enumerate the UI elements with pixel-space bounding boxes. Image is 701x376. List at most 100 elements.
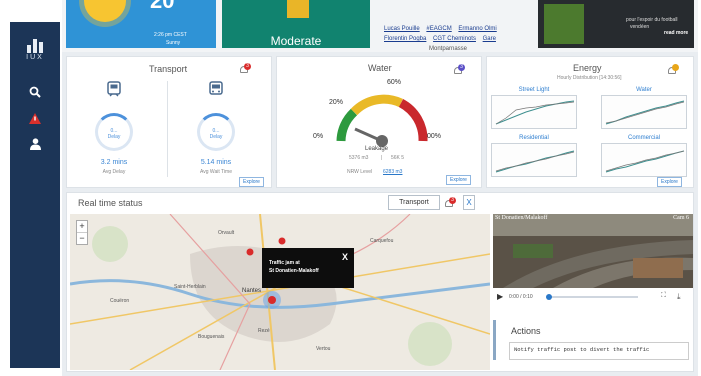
transport-panel: Transport 3 0... Delay 0... Delay 3.2 mi… bbox=[66, 56, 272, 188]
energy-bell-icon[interactable] bbox=[667, 64, 679, 75]
sidebar: IUX bbox=[10, 22, 60, 368]
map-label: Nantes bbox=[242, 288, 262, 294]
seek-handle[interactable] bbox=[546, 294, 552, 300]
map-label: Vertou bbox=[316, 346, 331, 352]
sun-icon bbox=[84, 0, 126, 22]
map-label: Rezé bbox=[258, 328, 270, 334]
actions-title: Actions bbox=[511, 326, 541, 336]
water-bell-icon[interactable]: 3 bbox=[453, 64, 465, 75]
transport-filter-button[interactable]: Transport bbox=[388, 195, 440, 210]
news-headline-line2: vendéen bbox=[630, 24, 650, 30]
transport-notification-count: 3 bbox=[244, 63, 251, 70]
leakage-label: Leakage bbox=[365, 146, 389, 152]
logo-bars-icon bbox=[20, 38, 50, 53]
residential-chart[interactable] bbox=[491, 143, 577, 177]
water-notification-count: 3 bbox=[458, 64, 465, 71]
air-quality-index-badge bbox=[287, 0, 309, 18]
zoom-in-button[interactable]: + bbox=[77, 221, 87, 232]
camera-frame bbox=[493, 214, 693, 288]
trend-location: Montparnasse bbox=[429, 46, 468, 52]
trend-link[interactable]: Ermanno Olmi bbox=[458, 26, 496, 32]
transport-title: Transport bbox=[149, 64, 188, 74]
energy-subtitle: Hourly Distribution [14:30:56] bbox=[557, 75, 622, 81]
alert-icon[interactable] bbox=[25, 110, 45, 126]
bus-icon bbox=[208, 81, 224, 102]
news-read-more-link[interactable]: read more bbox=[664, 30, 688, 36]
water-title: Water bbox=[368, 63, 392, 73]
play-icon[interactable]: ▶ bbox=[497, 292, 503, 301]
zoom-out-button[interactable]: − bbox=[77, 232, 87, 244]
leakage-percent: 56K 5 bbox=[391, 155, 405, 161]
leakage-separator: | bbox=[381, 155, 383, 161]
trend-link[interactable]: CGT Cheminots bbox=[433, 36, 476, 42]
weather-time: 2:26 pm CEST bbox=[154, 32, 187, 38]
gauge-label-100: 00% bbox=[427, 133, 442, 140]
realtime-notification-count: 3 bbox=[449, 197, 456, 204]
incident-popup: Traffic jam at St Donatien-Malakoff X bbox=[262, 248, 354, 288]
search-icon[interactable] bbox=[25, 84, 45, 100]
top-strip: 20 2:26 pm CEST Sunny Moderate Lucas Pou… bbox=[62, 0, 698, 52]
leakage-value: 5376 m3 bbox=[349, 155, 369, 161]
trend-link[interactable]: #EAGCM bbox=[426, 26, 451, 32]
news-thumbnail bbox=[544, 4, 584, 44]
energy-title: Energy bbox=[573, 63, 602, 73]
logo-text: IUX bbox=[26, 54, 44, 61]
avg-wait-gauge-label: Delay bbox=[209, 134, 223, 140]
actions-panel: Actions Notify traffic post to divert th… bbox=[493, 306, 693, 370]
energy-chart-title: Commercial bbox=[627, 135, 660, 141]
water-panel: Water 3 0% 20% 60% 00% Leakage 5376 m3 |… bbox=[276, 56, 482, 188]
energy-explore-button[interactable]: Explore bbox=[657, 177, 682, 187]
fullscreen-icon[interactable]: ⛶ bbox=[661, 292, 666, 300]
water-explore-button[interactable]: Explore bbox=[446, 175, 471, 185]
action-text-field[interactable]: Notify traffic post to divert the traffi… bbox=[509, 342, 689, 360]
energy-panel: Energy Hourly Distribution [14:30:56] St… bbox=[486, 56, 694, 188]
trend-link[interactable]: Florentin Pogba bbox=[384, 36, 426, 42]
air-quality-card[interactable]: Moderate bbox=[222, 0, 370, 48]
download-icon[interactable]: ⤓ bbox=[677, 292, 681, 302]
avg-wait-gauge: 0... Delay bbox=[197, 113, 235, 151]
realtime-title: Real time status bbox=[78, 198, 143, 208]
avg-delay-value: 3.2 mins bbox=[100, 159, 128, 166]
trend-link[interactable]: Lucas Pouille bbox=[384, 26, 420, 32]
nrw-label: NRW Level bbox=[347, 169, 373, 175]
avg-wait-label: Avg Wait Time bbox=[200, 169, 232, 175]
trending-links: Lucas Pouille #EAGCM Ermanno Olmi Floren… bbox=[384, 24, 534, 54]
map-background bbox=[70, 214, 490, 370]
gauge-label-20: 20% bbox=[329, 99, 344, 106]
traffic-camera-video[interactable]: St Donatien/Malakoff Cam 6 bbox=[493, 214, 693, 288]
news-card[interactable]: pour l'espoir du football vendéen read m… bbox=[538, 0, 694, 48]
gauge-label-0: 0% bbox=[313, 133, 324, 140]
camera-location-caption: St Donatien/Malakoff bbox=[495, 215, 548, 221]
gauge-label-60: 60% bbox=[387, 79, 402, 86]
transport-explore-button[interactable]: Explore bbox=[239, 177, 264, 187]
weather-condition: Sunny bbox=[166, 40, 181, 46]
dashboard-main: 20 2:26 pm CEST Sunny Moderate Lucas Pou… bbox=[62, 0, 698, 376]
avg-delay-gauge-label: Delay bbox=[107, 134, 121, 140]
realtime-bell-icon[interactable]: 3 bbox=[444, 197, 456, 208]
street-light-chart[interactable] bbox=[491, 95, 577, 129]
energy-chart-title: Water bbox=[636, 87, 652, 93]
energy-notification-dot bbox=[672, 64, 679, 71]
news-headline-line1: pour l'espoir du football bbox=[626, 17, 678, 23]
trend-link[interactable]: Gare bbox=[483, 36, 496, 42]
map-label: Bouguenais bbox=[198, 334, 225, 340]
tram-icon bbox=[106, 81, 122, 102]
actions-scrollbar[interactable] bbox=[493, 320, 496, 360]
camera-id-caption: Cam 6 bbox=[673, 215, 689, 221]
clear-filter-button[interactable]: X bbox=[463, 195, 475, 210]
weather-card[interactable]: 20 2:26 pm CEST Sunny bbox=[66, 0, 216, 48]
leakage-gauge bbox=[336, 94, 428, 147]
popup-line2: St Donatien-Malakoff bbox=[269, 268, 319, 274]
water-energy-chart[interactable] bbox=[601, 95, 687, 129]
video-seek-bar[interactable] bbox=[546, 294, 638, 300]
commercial-chart[interactable] bbox=[601, 143, 687, 177]
transport-bell-icon[interactable]: 3 bbox=[239, 63, 251, 74]
city-map[interactable]: + − Orvault Carquefou Saint-Herblain Nan… bbox=[70, 214, 490, 370]
user-icon[interactable] bbox=[25, 136, 45, 152]
divider bbox=[167, 81, 168, 177]
popup-close-button[interactable]: X bbox=[342, 252, 348, 262]
video-time: 0:00 / 0:10 bbox=[509, 294, 533, 300]
app-logo[interactable]: IUX bbox=[20, 38, 50, 61]
map-label: Orvault bbox=[218, 230, 235, 236]
energy-chart-title: Residential bbox=[519, 135, 549, 141]
